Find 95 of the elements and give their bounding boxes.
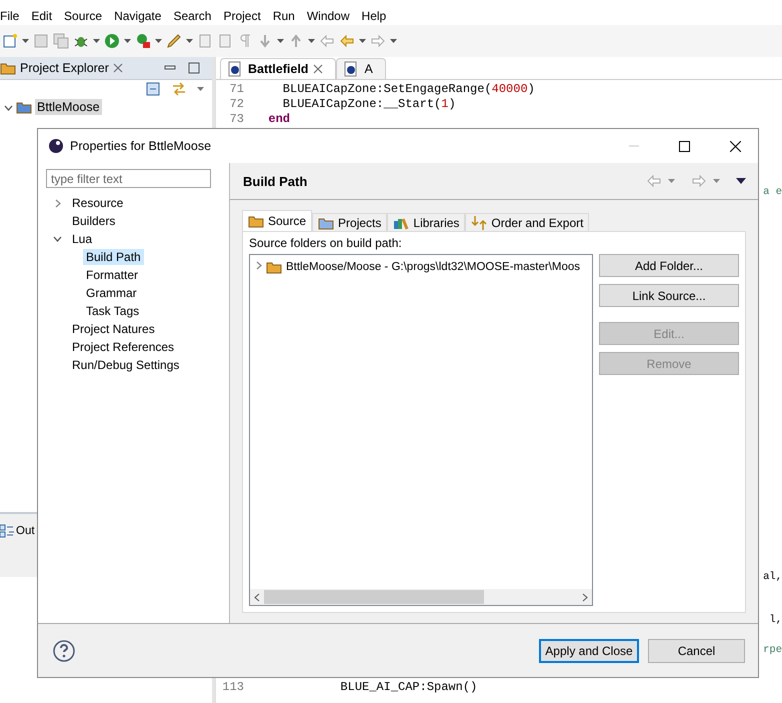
menu-item[interactable]: File bbox=[0, 8, 24, 25]
caret-icon bbox=[124, 39, 131, 43]
maximize-icon bbox=[679, 140, 690, 152]
link-arrows-icon bbox=[171, 81, 187, 97]
tab[interactable]: Source bbox=[242, 210, 312, 231]
scroll-left-icon bbox=[254, 592, 260, 602]
save-icon[interactable] bbox=[33, 33, 49, 49]
forward-arrow-icon[interactable] bbox=[370, 33, 386, 49]
lua-file-icon bbox=[227, 61, 243, 77]
run-tools-icon[interactable] bbox=[135, 33, 151, 49]
maximize-icon bbox=[188, 62, 200, 74]
back-arrow-icon[interactable] bbox=[339, 33, 355, 49]
tab[interactable]: Projects bbox=[312, 213, 388, 231]
help-icon bbox=[53, 640, 75, 662]
collapse-all-icon bbox=[145, 81, 161, 97]
tree-item[interactable]: Formatter bbox=[83, 267, 142, 283]
tree-item[interactable]: Grammar bbox=[83, 285, 140, 301]
caret-icon bbox=[155, 39, 162, 43]
forward-arrow-icon[interactable] bbox=[691, 173, 707, 189]
tree-item[interactable]: Task Tags bbox=[83, 303, 142, 319]
code-line: BLUE_AI_CAP:Spawn() bbox=[339, 680, 478, 695]
menu-item[interactable]: Search bbox=[173, 8, 216, 25]
menu-item[interactable]: Help bbox=[362, 8, 392, 25]
line-number: 71 bbox=[228, 82, 245, 97]
caret-icon bbox=[186, 39, 193, 43]
app-icon bbox=[48, 138, 64, 154]
code-line: BLUEAICapZone:__Start(1) bbox=[282, 97, 456, 112]
line-number: 113 bbox=[221, 680, 245, 695]
close-icon bbox=[112, 63, 123, 73]
list-label: Source folders on build path: bbox=[249, 236, 403, 250]
dialog-button[interactable]: Apply and Close bbox=[539, 638, 639, 662]
chevron-down-icon bbox=[4, 105, 13, 111]
chevron-right-icon bbox=[54, 198, 60, 208]
code-fragment: l, bbox=[769, 613, 782, 628]
caret-icon bbox=[277, 39, 284, 43]
menu-triangle-icon bbox=[736, 178, 746, 184]
tree-item[interactable]: Project Natures bbox=[69, 321, 158, 337]
caret-icon bbox=[390, 39, 397, 43]
menu-item[interactable]: Project bbox=[223, 8, 266, 25]
editor-tab[interactable]: A bbox=[336, 58, 386, 79]
tree-item[interactable]: BttleMoose bbox=[35, 99, 102, 115]
line-number: 72 bbox=[228, 97, 245, 112]
tree-item[interactable]: Resource bbox=[69, 195, 126, 211]
caret-icon bbox=[668, 179, 675, 183]
outline-icon bbox=[0, 523, 14, 539]
code-fragment: rpe bbox=[763, 643, 782, 658]
caret-icon bbox=[197, 87, 204, 91]
tab[interactable]: Order and Export bbox=[465, 213, 590, 231]
new-file-icon[interactable] bbox=[2, 33, 18, 49]
action-button[interactable]: Add Folder... bbox=[599, 254, 739, 277]
pen-icon[interactable] bbox=[166, 33, 182, 49]
line-number: 73 bbox=[228, 112, 245, 127]
view-tab[interactable]: Out bbox=[0, 522, 35, 540]
arrows-icon bbox=[471, 214, 488, 230]
caret-icon bbox=[713, 179, 720, 183]
back-arrow-icon[interactable] bbox=[646, 173, 662, 189]
tab[interactable]: Libraries bbox=[387, 213, 466, 231]
scroll-right-icon bbox=[582, 592, 588, 602]
code-fragment: al, bbox=[763, 570, 782, 585]
page-title: Build Path bbox=[243, 174, 308, 188]
run-icon[interactable] bbox=[104, 33, 120, 49]
code-line: BLUEAICapZone:SetEngageRange(40000) bbox=[282, 82, 535, 97]
tree-item[interactable]: Build Path bbox=[83, 249, 144, 265]
chevron-right-icon bbox=[256, 261, 262, 270]
source-folder-list[interactable]: BttleMoose/Moose - G:\progs\ldt32\MOOSE-master\Moos bbox=[249, 254, 593, 606]
minimize-icon bbox=[628, 145, 638, 147]
caret-icon bbox=[93, 39, 100, 43]
menu-item[interactable]: Window bbox=[306, 8, 355, 25]
editor-tab[interactable]: Battlefield bbox=[220, 58, 336, 79]
back-arrow-icon[interactable] bbox=[319, 33, 335, 49]
caret-icon bbox=[22, 39, 29, 43]
tree-item[interactable]: Builders bbox=[69, 213, 118, 229]
menu-item[interactable]: Navigate bbox=[114, 8, 166, 25]
menu-item[interactable]: Run bbox=[272, 8, 300, 25]
tree-item[interactable]: Lua bbox=[69, 231, 96, 247]
filter-field[interactable]: type filter text bbox=[46, 169, 211, 188]
action-button[interactable]: Link Source... bbox=[599, 284, 739, 307]
list-item[interactable]: BttleMoose/Moose - G:\progs\ldt32\MOOSE-master\Moos bbox=[286, 261, 580, 273]
document-icon[interactable] bbox=[217, 33, 233, 49]
close-icon bbox=[730, 140, 741, 152]
menu-item[interactable]: Edit bbox=[31, 8, 58, 25]
close-icon bbox=[313, 64, 324, 74]
code-line: end bbox=[267, 112, 290, 127]
caret-icon bbox=[308, 39, 315, 43]
tree-item[interactable]: Project References bbox=[69, 339, 178, 355]
document-icon[interactable] bbox=[197, 33, 213, 49]
dialog-title: Properties for BttleMoose bbox=[70, 139, 212, 153]
caret-icon bbox=[359, 39, 366, 43]
code-fragment: a e bbox=[763, 185, 782, 200]
menu-item[interactable]: Source bbox=[64, 8, 108, 25]
chevron-down-icon bbox=[53, 236, 62, 242]
lua-file-icon bbox=[343, 61, 360, 77]
dialog-button[interactable]: Cancel bbox=[648, 638, 745, 662]
tree-item[interactable]: Run/Debug Settings bbox=[69, 357, 182, 373]
scrollbar-thumb[interactable] bbox=[264, 590, 484, 604]
